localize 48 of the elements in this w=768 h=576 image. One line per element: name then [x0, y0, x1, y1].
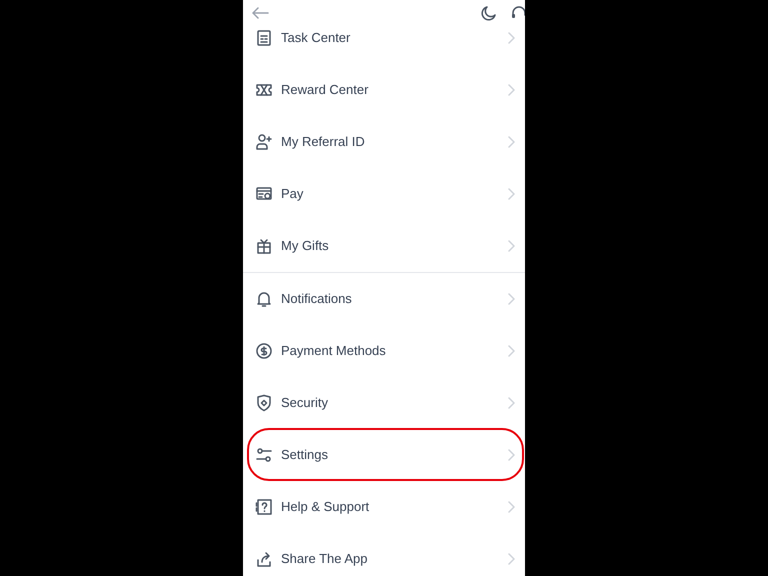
menu-item-label: Payment Methods [281, 342, 386, 360]
menu-item[interactable]: Pay [243, 168, 525, 220]
menu-item-label: Task Center [281, 29, 350, 48]
bell-icon [255, 290, 273, 308]
gift-icon [255, 237, 273, 255]
menu-item-label: My Gifts [281, 237, 329, 256]
person-plus-icon [255, 133, 273, 151]
dollar-icon [255, 342, 273, 360]
shield-icon [255, 394, 273, 412]
menu-item-label: Help & Support [281, 498, 370, 516]
dark-mode-button[interactable] [481, 5, 497, 21]
chevron-right-icon [507, 397, 515, 409]
headset-icon [511, 5, 525, 21]
chevron-right-icon [507, 553, 515, 565]
chevron-right-icon [507, 501, 515, 513]
menu-item-label: Notifications [281, 290, 352, 308]
moon-icon [481, 5, 497, 21]
menu-item[interactable]: My Gifts [243, 220, 525, 272]
menu-item[interactable]: My Referral ID [243, 116, 525, 168]
menu-item-label: Reward Center [281, 81, 368, 100]
menu-item-label: Settings [281, 446, 328, 464]
menu-item[interactable]: Notifications [243, 273, 525, 325]
back-arrow-icon [251, 6, 269, 20]
chevron-right-icon [507, 84, 515, 96]
card-icon [255, 185, 273, 203]
list-icon [255, 29, 273, 47]
chevron-right-icon [507, 345, 515, 357]
menu-item[interactable]: Settings [243, 429, 525, 481]
menu-item[interactable]: Reward Center [243, 64, 525, 116]
chevron-right-icon [507, 240, 515, 252]
menu-item-label: Security [281, 394, 328, 412]
sliders-icon [255, 446, 273, 464]
menu-item[interactable]: Security [243, 377, 525, 429]
menu-item[interactable]: Payment Methods [243, 325, 525, 377]
chevron-right-icon [507, 293, 515, 305]
menu-item[interactable]: Share The App [243, 533, 525, 576]
chevron-right-icon [507, 449, 515, 461]
menu-item[interactable]: Help & Support [243, 481, 525, 533]
chevron-right-icon [507, 136, 515, 148]
menu-item[interactable]: Task Center [243, 12, 525, 64]
chevron-right-icon [507, 188, 515, 200]
menu-item-label: My Referral ID [281, 133, 365, 152]
menu-item-label: Share The App [281, 550, 368, 568]
share-icon [255, 550, 273, 568]
support-button[interactable] [511, 5, 525, 21]
question-icon [255, 498, 273, 516]
menu-item-label: Pay [281, 185, 304, 204]
chevron-right-icon [507, 32, 515, 44]
